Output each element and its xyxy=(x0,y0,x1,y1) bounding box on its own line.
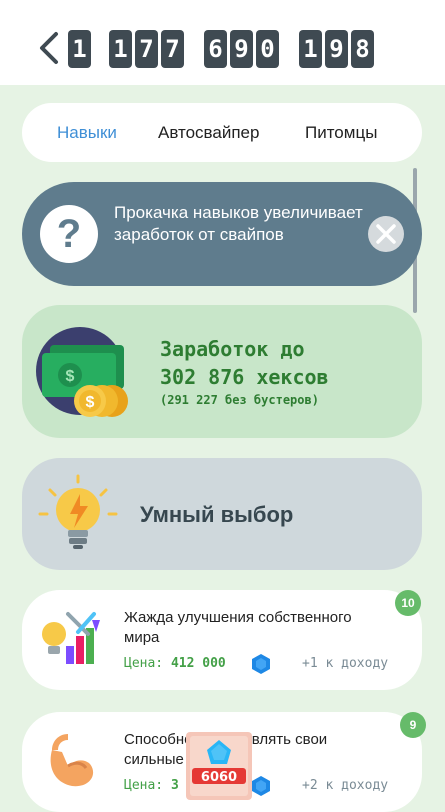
top-bar: 1 1 7 7 6 9 0 1 9 8 xyxy=(0,0,445,85)
skill-price: Цена: 3 xyxy=(124,778,179,793)
balance-digit: 6 xyxy=(204,30,227,68)
balance-digit: 9 xyxy=(230,30,253,68)
skill-bonus: +1 к доходу xyxy=(302,656,389,671)
promo-badge-graphic: 6060 xyxy=(186,732,252,800)
level-badge: 10 xyxy=(395,590,421,616)
promo-badge[interactable]: 6060 xyxy=(186,732,252,800)
price-label: Цена: xyxy=(124,656,164,671)
balance-digit: 8 xyxy=(351,30,374,68)
price-label: Цена: xyxy=(124,778,164,793)
question-icon: ? xyxy=(40,205,98,263)
svg-text:$: $ xyxy=(86,394,95,411)
flexed-arm-icon xyxy=(50,734,94,787)
balance-digit: 7 xyxy=(161,30,184,68)
info-banner-text: Прокачка навыков увеличивает заработок о… xyxy=(114,203,363,244)
lightbulb-icon xyxy=(38,474,118,549)
smart-choice-button[interactable]: Умный выбор xyxy=(22,458,422,570)
balance-digit: 7 xyxy=(135,30,158,68)
balance-digit: 0 xyxy=(256,30,279,68)
promo-badge-text: 6060 xyxy=(201,770,237,785)
balance-digit: 9 xyxy=(325,30,348,68)
money-icon: $ $ xyxy=(36,327,128,417)
hex-currency-icon xyxy=(252,654,270,674)
smart-choice-label: Умный выбор xyxy=(140,502,294,527)
tab-autoswiper[interactable]: Автосвайпер xyxy=(158,123,259,143)
balance-digit: 1 xyxy=(109,30,132,68)
info-banner: ? Прокачка навыков увеличивает заработок… xyxy=(22,182,422,286)
tab-pets[interactable]: Питомцы xyxy=(305,123,377,143)
earnings-line1: Заработок до xyxy=(160,337,305,361)
skill-title: Способность проявлять свои сильные сторо… xyxy=(124,731,328,768)
skill-bonus: +2 к доходу xyxy=(302,778,389,793)
close-button[interactable] xyxy=(368,216,404,252)
tab-bar: Навыки Автосвайпер Питомцы xyxy=(22,103,422,162)
tab-skills[interactable]: Навыки xyxy=(57,123,117,143)
back-arrow-icon[interactable] xyxy=(36,30,60,66)
skill-title: Жажда улучшения собственного мира xyxy=(124,609,352,646)
skill-price: Цена: 412 000 xyxy=(124,656,226,671)
close-icon xyxy=(376,224,396,244)
price-value: 412 000 xyxy=(170,656,226,671)
price-value: 3 xyxy=(170,778,179,793)
hex-currency-icon xyxy=(252,776,270,796)
growth-chart-icon xyxy=(42,612,100,664)
level-badge: 9 xyxy=(400,712,426,738)
earnings-line2: 302 876 хексов xyxy=(160,365,329,389)
earnings-card: $ $ Заработок до 302 876 хексов (291 227… xyxy=(22,305,422,438)
svg-text:$: $ xyxy=(66,368,75,385)
earnings-title: Заработок до 302 876 хексов xyxy=(160,335,329,391)
balance-digit: 1 xyxy=(68,30,91,68)
earnings-subtitle: (291 227 без бустеров) xyxy=(160,393,319,407)
balance-digit: 1 xyxy=(299,30,322,68)
skill-card[interactable]: Жажда улучшения собственного мира Цена: … xyxy=(22,590,422,690)
